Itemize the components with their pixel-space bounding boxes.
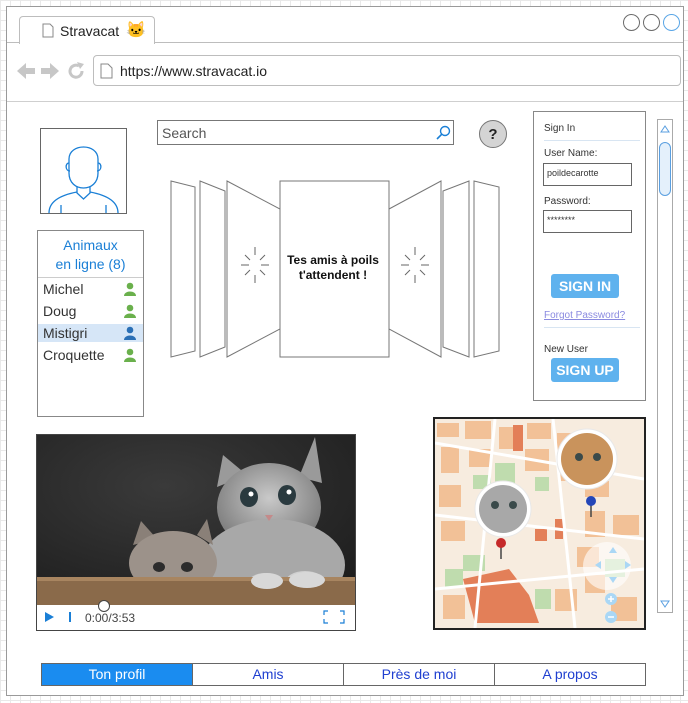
scroll-down-icon[interactable] — [660, 599, 670, 609]
cat-emoji-icon: 🐱 — [126, 22, 146, 39]
tab-nearby[interactable]: Près de moi — [344, 664, 495, 685]
url-text: https://www.stravacat.io — [120, 63, 268, 79]
caption-line: Tes amis à poils — [287, 253, 379, 267]
title-line: Animaux — [63, 237, 118, 253]
back-arrow-icon[interactable] — [15, 60, 37, 82]
browser-titlebar: Stravacat 🐱 — [7, 7, 683, 44]
help-button[interactable]: ? — [479, 120, 507, 148]
volume-icon[interactable] — [67, 611, 75, 623]
carousel-caption: Tes amis à poils t'attendent ! — [279, 253, 387, 283]
fullscreen-icon[interactable] — [323, 610, 345, 624]
profile-avatar[interactable] — [40, 128, 127, 214]
buddy-name: Croquette — [43, 347, 105, 363]
user-online-icon — [124, 326, 136, 340]
buddy-name: Doug — [43, 303, 77, 319]
buddy-list-item[interactable]: Doug — [38, 302, 143, 320]
password-label: Password: — [544, 196, 591, 207]
tab-title: Stravacat — [60, 23, 120, 39]
buddy-list-item-selected[interactable]: Mistigri — [38, 324, 143, 342]
buddy-list-item[interactable]: Croquette — [38, 346, 143, 364]
maximize-button[interactable] — [643, 14, 660, 31]
carousel-card-left-2 — [199, 180, 226, 358]
carousel-card-right-2 — [442, 180, 470, 358]
user-online-icon — [124, 348, 136, 362]
search-icon[interactable] — [435, 125, 451, 141]
address-bar[interactable]: https://www.stravacat.io — [93, 55, 681, 86]
close-button[interactable] — [663, 14, 680, 31]
zoom-in-icon[interactable] — [603, 591, 619, 607]
browser-window: Stravacat 🐱 https://www.stravacat.io Sea… — [6, 6, 684, 696]
video-player[interactable]: 0:00/3:53 — [36, 434, 356, 631]
divider — [38, 277, 143, 278]
page-icon — [42, 23, 54, 38]
user-avatar-icon — [48, 146, 119, 214]
new-user-label: New User — [544, 344, 588, 355]
video-controls: 0:00/3:53 — [37, 600, 355, 630]
user-online-icon — [124, 282, 136, 296]
reload-icon[interactable] — [65, 60, 87, 82]
seek-handle[interactable] — [97, 599, 111, 613]
divider — [544, 327, 640, 328]
tab-about[interactable]: A propos — [495, 664, 645, 685]
sign-up-button[interactable]: SIGN UP — [551, 358, 619, 382]
sign-in-button[interactable]: SIGN IN — [551, 274, 619, 298]
bottom-navigation: Ton profil Amis Près de moi A propos — [41, 663, 646, 686]
buddy-name: Michel — [43, 281, 84, 297]
search-input[interactable]: Search — [157, 120, 454, 145]
online-pets-panel: Animaux en ligne (8) Michel Doug Mistigr… — [37, 230, 144, 417]
tab-friends[interactable]: Amis — [193, 664, 344, 685]
caption-line: t'attendent ! — [298, 268, 368, 282]
vertical-scrollbar[interactable] — [657, 119, 673, 613]
zoom-out-icon[interactable] — [603, 609, 619, 625]
play-icon[interactable] — [43, 611, 55, 623]
page-icon — [100, 63, 113, 79]
kittens-video-frame — [37, 435, 355, 605]
title-line: en ligne (8) — [55, 256, 126, 272]
carousel-card-left-1 — [226, 180, 281, 358]
search-placeholder: Search — [162, 125, 207, 141]
sign-in-panel: Sign In User Name: poildecarotte Passwor… — [533, 111, 646, 401]
browser-tab[interactable]: Stravacat 🐱 — [19, 16, 155, 44]
divider — [544, 140, 640, 141]
map-pan-control-icon[interactable] — [591, 543, 635, 587]
forward-arrow-icon[interactable] — [39, 60, 61, 82]
tab-profile[interactable]: Ton profil — [42, 664, 193, 685]
online-panel-title: Animaux en ligne (8) — [38, 236, 143, 274]
buddy-list-item[interactable]: Michel — [38, 280, 143, 298]
carousel-card-right-3 — [473, 180, 500, 358]
carousel-card-left-3 — [170, 180, 196, 358]
user-online-icon — [124, 304, 136, 318]
sign-in-title: Sign In — [544, 123, 576, 134]
video-time: 0:00/3:53 — [85, 611, 136, 625]
scroll-up-icon[interactable] — [660, 124, 670, 134]
password-field[interactable]: ******** — [543, 210, 632, 233]
divider — [7, 101, 683, 102]
username-label: User Name: — [544, 148, 598, 159]
minimize-button[interactable] — [623, 14, 640, 31]
username-field[interactable]: poildecarotte — [543, 163, 632, 186]
scroll-thumb[interactable] — [659, 142, 671, 196]
kittens-image — [37, 435, 355, 605]
carousel-card-right-1 — [388, 180, 442, 358]
nearby-map[interactable] — [433, 417, 646, 630]
buddy-name: Mistigri — [43, 325, 88, 341]
forgot-password-link[interactable]: Forgot Password? — [544, 310, 625, 321]
